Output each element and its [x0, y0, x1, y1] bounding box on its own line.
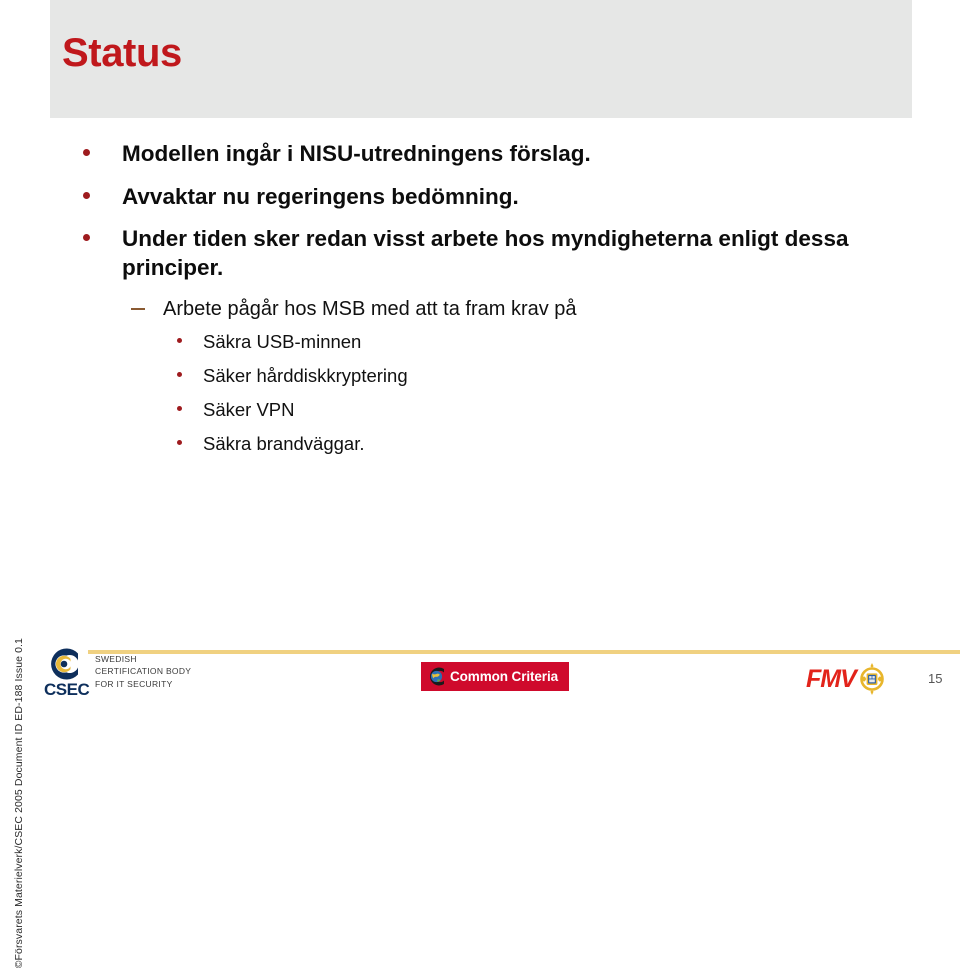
bullet-dot-icon — [83, 191, 90, 199]
bullet-text: Säker VPN — [203, 399, 295, 421]
fmv-wordmark: FMV — [806, 664, 857, 693]
fmv-logo: FMV — [806, 662, 885, 696]
bullet-dash-icon — [131, 308, 145, 311]
slide-canvas: Status Modellen ingår i NISU-utredningen… — [0, 0, 960, 968]
csec-tagline-line3: FOR IT SECURITY — [95, 678, 173, 689]
bullet-text: Säkra USB-minnen — [203, 331, 362, 353]
page-number: 15 — [928, 671, 943, 686]
bullet-text: Under tiden sker redan visst arbete hos … — [122, 226, 849, 280]
bullet-level1: Modellen ingår i NISU-utredningens försl… — [0, 140, 960, 169]
slide-body: Modellen ingår i NISU-utredningens försl… — [0, 140, 960, 466]
bullet-level3: Säker hårddiskkryptering — [0, 364, 960, 388]
csec-mark-icon — [51, 648, 78, 680]
copyright-credit: ©Försvarets Materielverk/CSEC 2005 Docum… — [13, 638, 25, 968]
bullet-level1: Under tiden sker redan visst arbete hos … — [0, 225, 960, 282]
csec-tagline-line1: SWEDISH — [95, 654, 137, 664]
bullet-dot-icon — [177, 338, 182, 344]
bullet-text: Modellen ingår i NISU-utredningens försl… — [122, 141, 591, 166]
bullet-level3: Säkra brandväggar. — [0, 432, 960, 456]
bullet-dot-icon — [177, 440, 182, 446]
common-criteria-label: Common Criteria — [450, 669, 559, 684]
csec-tagline: SWEDISH CERTIFICATION BODY FOR IT SECURI… — [95, 653, 191, 690]
common-criteria-globe-icon — [430, 667, 444, 686]
csec-tagline-line2: CERTIFICATION BODY — [95, 666, 192, 677]
bullet-level1: Avvaktar nu regeringens bedömning. — [0, 183, 960, 212]
bullet-dot-icon — [83, 234, 90, 242]
fmv-crest-icon — [859, 663, 884, 695]
bullet-dot-icon — [177, 372, 182, 378]
bullet-level3: Säker VPN — [0, 398, 960, 422]
bullet-dot-icon — [83, 149, 90, 156]
bullet-text: Avvaktar nu regeringens bedömning. — [122, 183, 519, 209]
bullet-text: Säkra brandväggar. — [203, 433, 365, 455]
side-credit-container: ©Försvarets Materielverk/CSEC 2005 Docum… — [13, 318, 28, 968]
bullet-dot-icon — [177, 406, 182, 412]
bullet-level2: Arbete pågår hos MSB med att ta fram kra… — [0, 296, 960, 322]
csec-logo: CSEC SWEDISH CERTIFICATION BODY FOR IT S… — [44, 646, 294, 699]
csec-wordmark: CSEC — [44, 680, 90, 699]
bullet-text: Säker hårddiskkryptering — [203, 365, 408, 387]
page-title: Status — [62, 31, 182, 75]
common-criteria-badge: Common Criteria — [421, 662, 569, 691]
bullet-level3: Säkra USB-minnen — [0, 330, 960, 354]
bullet-text: Arbete pågår hos MSB med att ta fram kra… — [163, 298, 577, 321]
